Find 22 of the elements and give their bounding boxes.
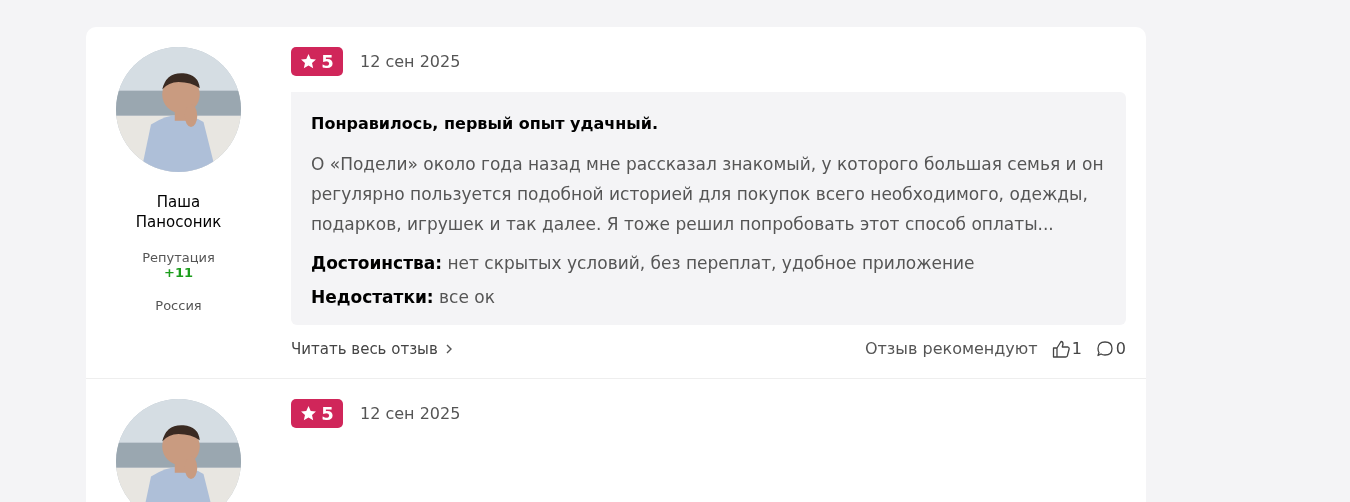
rating-value: 5 — [321, 51, 334, 72]
rating-value: 5 — [321, 403, 334, 424]
pros-label: Достоинства: — [311, 253, 443, 273]
review-date: 12 сен 2025 — [360, 404, 461, 423]
like-button[interactable]: 1 — [1051, 339, 1082, 358]
star-icon — [300, 53, 318, 70]
reputation-label: Репутация — [142, 250, 215, 265]
review-date: 12 сен 2025 — [360, 52, 461, 71]
pros-text: нет скрытых условий, без переплат, удобное приложение — [447, 253, 975, 273]
review-title: Понравилось, первый опыт удачный. — [311, 114, 660, 133]
star-icon — [300, 405, 318, 422]
comments-button[interactable]: 0 — [1095, 339, 1126, 358]
review-text: О «Подели» около года назад мне рассказал знакомый, у которого большая семья и он регулярно пользуется подобной историей для покупок всего необходимого, одежды, подарков, игрушек и так далее. Я тоже решил попробовать этот способ оплаты... — [311, 153, 1105, 236]
cons-text: все ок — [439, 287, 495, 307]
thumbs-up-icon — [1051, 339, 1070, 358]
author-country: Россия — [155, 298, 202, 313]
reputation-value: +11 — [164, 265, 193, 280]
recommend-label: Отзыв рекомендуют — [864, 339, 1038, 358]
read-more-link[interactable]: Читать весь отзыв — [291, 339, 454, 358]
author-name[interactable]: Паша Паносоник — [123, 192, 234, 232]
comment-icon — [1095, 339, 1114, 358]
cons-label: Недостатки: — [311, 287, 434, 307]
